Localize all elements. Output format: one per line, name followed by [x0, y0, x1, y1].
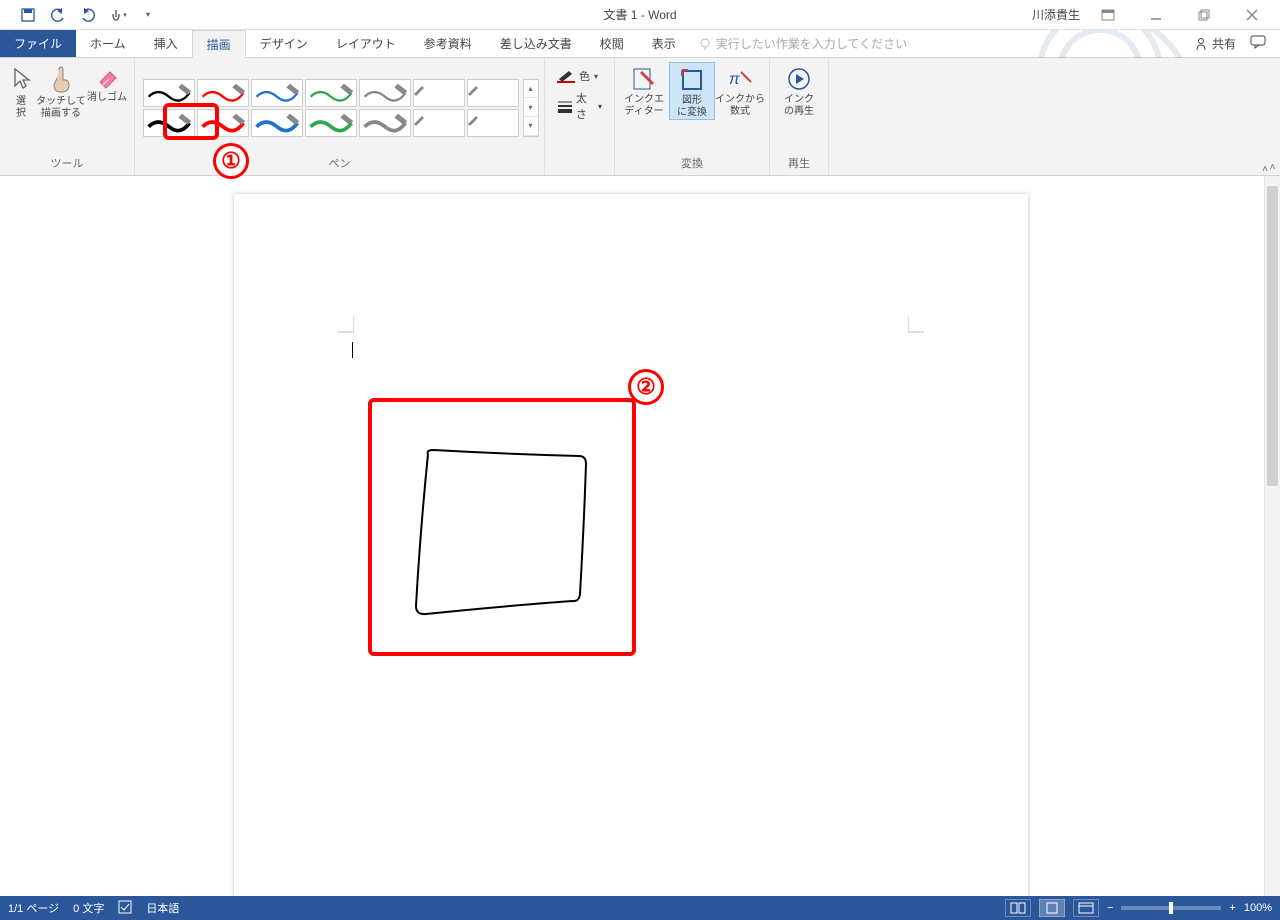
replay-icon: [786, 66, 812, 92]
ribbon-display-icon[interactable]: [1088, 3, 1128, 27]
minimize-icon[interactable]: [1136, 3, 1176, 27]
window-title: 文書 1 - Word: [603, 6, 676, 23]
tab-view[interactable]: 表示: [638, 30, 690, 57]
group-label-convert: 変換: [681, 153, 703, 173]
restore-icon[interactable]: [1184, 3, 1224, 27]
view-print-icon[interactable]: [1039, 899, 1065, 917]
color-dropdown[interactable]: 色▾: [557, 68, 602, 84]
zoom-level[interactable]: 100%: [1244, 902, 1272, 914]
status-proofing-icon[interactable]: [118, 900, 132, 917]
undo-icon[interactable]: [48, 5, 68, 25]
cursor-icon: [11, 66, 31, 94]
pen-swatch[interactable]: [251, 79, 303, 107]
tell-me[interactable]: 実行したい作業を入力してください: [690, 30, 907, 57]
pen-swatch[interactable]: [413, 109, 465, 137]
brush-color-icon: [557, 69, 575, 83]
group-label-replay: 再生: [788, 153, 810, 173]
text-cursor: [352, 342, 353, 358]
close-icon[interactable]: [1232, 3, 1272, 27]
view-web-icon[interactable]: [1073, 899, 1099, 917]
ink-to-shape-button[interactable]: 図形 に変換: [669, 62, 715, 120]
eraser-icon: [94, 66, 120, 90]
vertical-scrollbar[interactable]: ˄: [1264, 176, 1280, 896]
thickness-icon: [557, 99, 572, 113]
zoom-slider[interactable]: [1121, 906, 1221, 910]
tab-insert[interactable]: 挿入: [140, 30, 192, 57]
tell-me-placeholder: 実行したい作業を入力してください: [716, 35, 907, 52]
save-icon[interactable]: [18, 5, 38, 25]
thickness-dropdown[interactable]: 太さ▾: [557, 90, 602, 122]
tab-mailings[interactable]: 差し込み文書: [486, 30, 586, 57]
annotation-number-2: ②: [628, 369, 664, 405]
group-pen-attributes: 色▾ 太さ▾: [545, 58, 615, 175]
touch-draw-button[interactable]: タッチして 描画する: [38, 62, 84, 120]
pen-swatch[interactable]: [467, 109, 519, 137]
group-replay: インク の再生 再生: [770, 58, 829, 175]
share-icon: [1194, 37, 1208, 51]
pen-swatch[interactable]: [359, 79, 411, 107]
group-label-tools: ツール: [51, 153, 84, 173]
pen-swatch[interactable]: [413, 79, 465, 107]
pen-swatch[interactable]: [305, 79, 357, 107]
tab-layout[interactable]: レイアウト: [322, 30, 410, 57]
expand-icon: ▾: [524, 117, 538, 136]
view-read-icon[interactable]: [1005, 899, 1031, 917]
titlebar: ▾ ▾ 文書 1 - Word 川添貴生: [0, 0, 1280, 30]
redo-icon[interactable]: [78, 5, 98, 25]
annotation-box-2: [368, 398, 636, 656]
ink-editor-icon: [631, 66, 657, 92]
pen-gallery-more[interactable]: ▴ ▾ ▾: [523, 79, 539, 137]
status-language[interactable]: 日本語: [146, 900, 179, 916]
finger-icon: [49, 66, 73, 94]
tab-design[interactable]: デザイン: [246, 30, 322, 57]
group-convert: インクエ ディター 図形 に変換 π インクから 数式 変換: [615, 58, 770, 175]
user-name[interactable]: 川添貴生: [1032, 6, 1080, 23]
ink-replay-button[interactable]: インク の再生: [776, 62, 822, 118]
annotation-box-1: [163, 103, 219, 140]
ink-shape-icon: [679, 67, 705, 93]
scrollbar-thumb[interactable]: [1267, 186, 1278, 486]
pen-swatch[interactable]: [359, 109, 411, 137]
group-tools: 選 択 タッチして 描画する 消しゴム ツール: [0, 58, 135, 175]
eraser-button[interactable]: 消しゴム: [86, 62, 128, 104]
chevron-up-icon: ▴: [524, 80, 538, 99]
chevron-up-icon[interactable]: ˄: [1265, 162, 1280, 176]
quick-access-toolbar: ▾ ▾: [0, 5, 158, 25]
pen-swatch[interactable]: [251, 109, 303, 137]
lightbulb-icon: [698, 37, 712, 51]
pen-swatch[interactable]: [305, 109, 357, 137]
tab-review[interactable]: 校閲: [586, 30, 638, 57]
select-button[interactable]: 選 択: [6, 62, 36, 120]
svg-text:π: π: [729, 71, 740, 88]
zoom-out-icon[interactable]: −: [1107, 902, 1113, 914]
share-button[interactable]: 共有: [1194, 35, 1236, 52]
margin-mark-tr: [908, 316, 932, 340]
annotation-number-1: ①: [213, 143, 249, 179]
ink-editor-button[interactable]: インクエ ディター: [621, 62, 667, 118]
document-area[interactable]: [0, 176, 1280, 896]
ink-to-math-button[interactable]: π インクから 数式: [717, 62, 763, 118]
status-page[interactable]: 1/1 ページ: [8, 900, 59, 916]
chevron-down-icon: ▾: [524, 98, 538, 117]
touch-mode-icon[interactable]: ▾: [108, 5, 128, 25]
zoom-in-icon[interactable]: +: [1229, 902, 1235, 914]
ink-math-icon: π: [727, 66, 753, 92]
tab-draw[interactable]: 描画: [192, 30, 246, 58]
statusbar: 1/1 ページ 0 文字 日本語 − + 100%: [0, 896, 1280, 920]
tab-references[interactable]: 参考資料: [410, 30, 486, 57]
tab-home[interactable]: ホーム: [76, 30, 140, 57]
pen-swatch[interactable]: [467, 79, 519, 107]
status-words[interactable]: 0 文字: [73, 900, 104, 916]
margin-mark-tl: [330, 316, 354, 340]
ribbon-tabs: ファイル ホーム 挿入 描画 デザイン レイアウト 参考資料 差し込み文書 校閲…: [0, 30, 1280, 58]
comments-icon[interactable]: [1250, 35, 1266, 52]
qat-customize-icon[interactable]: ▾: [138, 5, 158, 25]
group-label-pens: ペン: [329, 153, 351, 173]
tab-file[interactable]: ファイル: [0, 30, 76, 57]
